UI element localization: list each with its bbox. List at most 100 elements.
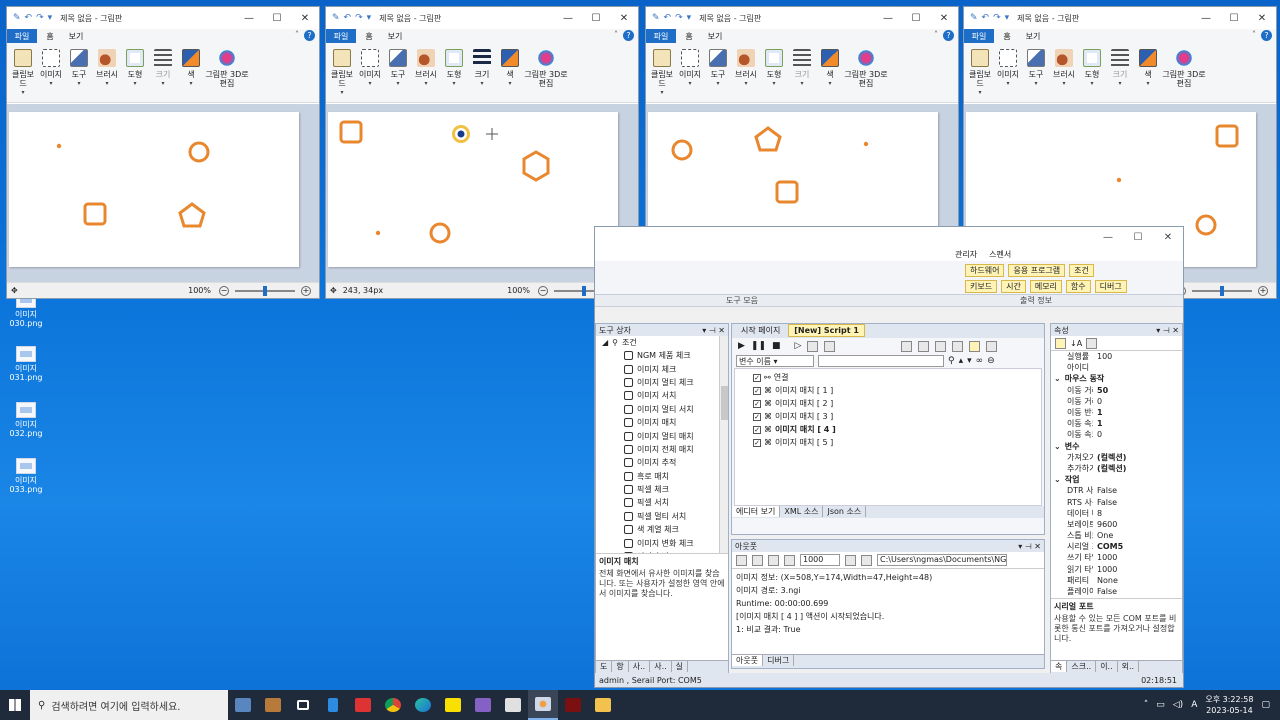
close-button[interactable]: ✕: [1153, 232, 1183, 243]
pause-icon[interactable]: ❚❚: [751, 341, 766, 351]
sort-az-icon[interactable]: ↓A: [1070, 339, 1082, 348]
desktop-icon[interactable]: 이미지 031.png: [8, 346, 44, 382]
zoom-in-button[interactable]: +: [1258, 285, 1268, 296]
script-row[interactable]: ✓ ⌘ 이미지 매치 [ 2 ]: [735, 397, 1041, 410]
taskbar-app-kakaotalk[interactable]: [438, 690, 468, 720]
shapes-button[interactable]: 도형 ▾: [1078, 47, 1106, 102]
search-icon[interactable]: ⚲: [948, 356, 955, 366]
collapse-icon[interactable]: ⌄: [1051, 475, 1061, 484]
tab-home[interactable]: 홈: [37, 31, 63, 42]
redo-icon[interactable]: ↷: [993, 13, 1001, 23]
chevron-down-icon[interactable]: ▾: [1005, 13, 1010, 23]
taskbar-app-bing[interactable]: [318, 690, 348, 720]
tools-button[interactable]: 도구 ▾: [1022, 47, 1050, 102]
zoom-out-button[interactable]: −: [538, 285, 548, 296]
bottom-tab[interactable]: 항: [612, 661, 629, 672]
script-row[interactable]: ✓ ⚯ 연결: [735, 371, 1041, 384]
record-icon[interactable]: [807, 340, 819, 352]
toolbox-item[interactable]: 이미지 체크: [596, 362, 728, 375]
folder-icon[interactable]: [861, 554, 872, 566]
paint3d-button[interactable]: 그림판 3D로 편집: [205, 47, 249, 102]
collapse-icon[interactable]: ⌄: [1051, 374, 1061, 383]
toolbox-item[interactable]: 이미지 멀티 체크: [596, 376, 728, 389]
shapes-button[interactable]: 도형 ▾: [121, 47, 149, 102]
property-category[interactable]: ⌄ 변수: [1051, 441, 1182, 452]
monitor-icon[interactable]: [986, 340, 998, 352]
copy-icon[interactable]: [736, 554, 747, 566]
shapes-button[interactable]: 도형 ▾: [760, 47, 788, 102]
desktop-icon[interactable]: 이미지 033.png: [8, 458, 44, 494]
image-button[interactable]: 이미지 ▾: [37, 47, 65, 102]
toolbox-item[interactable]: 이미지 추적: [596, 456, 728, 469]
variable-search-input[interactable]: [818, 355, 944, 367]
image-button[interactable]: 이미지 ▾: [356, 47, 384, 102]
help-icon[interactable]: ?: [304, 30, 315, 41]
tab-view[interactable]: 보기: [382, 31, 408, 42]
property-row[interactable]: 추가하기 (컬렉션): [1051, 463, 1182, 474]
tab-view[interactable]: 보기: [1020, 31, 1046, 42]
zoom-in-button[interactable]: +: [301, 285, 311, 296]
property-row[interactable]: 패리티 None: [1051, 575, 1182, 586]
toolbar-keyboard-button[interactable]: 키보드: [965, 280, 998, 293]
script-row[interactable]: ✓ ⌘ 이미지 매치 [ 1 ]: [735, 384, 1041, 397]
down-arrow-icon[interactable]: ▾: [967, 356, 972, 366]
bottom-tab[interactable]: 이..: [1096, 661, 1118, 672]
color-button[interactable]: 색 ▾: [816, 47, 844, 102]
size-button[interactable]: 크기 ▾: [1106, 47, 1134, 102]
search-icon[interactable]: [952, 340, 964, 352]
redo-icon[interactable]: ↷: [675, 13, 683, 23]
toolbox-item[interactable]: 흑로 매치: [596, 470, 728, 483]
taskbar-app-edge[interactable]: [408, 690, 438, 720]
property-row[interactable]: 데이터 비! 8: [1051, 508, 1182, 519]
property-row[interactable]: 이동 거리 0: [1051, 396, 1182, 407]
paint-window-1[interactable]: ✎ ↶ ↷ ▾ 제목 없음 - 그림판 — ☐ ✕ 파일 홈 보기 ˄ ? 클립…: [6, 6, 320, 299]
paint3d-button[interactable]: 그림판 3D로 편집: [844, 47, 888, 102]
undo-icon[interactable]: ↶: [982, 13, 990, 23]
zoom-slider[interactable]: [1192, 285, 1252, 296]
row-checkbox[interactable]: ✓: [753, 425, 761, 434]
minimize-button[interactable]: —: [235, 13, 263, 24]
property-row[interactable]: DTR 사용 False: [1051, 485, 1182, 496]
toolbox-item[interactable]: 이미지 전체 매치: [596, 443, 728, 456]
toolbar-function-button[interactable]: 함수: [1065, 280, 1091, 293]
minimize-button[interactable]: —: [1192, 13, 1220, 24]
variable-name-select[interactable]: 변수 이름 ▾: [736, 355, 814, 367]
maximize-button[interactable]: ☐: [1220, 13, 1248, 24]
help-icon[interactable]: ?: [623, 30, 634, 41]
close-button[interactable]: ✕: [291, 13, 319, 24]
taskbar-app-red[interactable]: [348, 690, 378, 720]
toolbox-item[interactable]: 이미지 멀티 서치: [596, 403, 728, 416]
close-button[interactable]: ✕: [610, 13, 638, 24]
size-button[interactable]: 크기 ▾: [788, 47, 816, 102]
taskbar-app-explorer[interactable]: [588, 690, 618, 720]
eraser-icon[interactable]: [784, 554, 795, 566]
undo-icon[interactable]: ↶: [25, 13, 33, 23]
toolbar-debug-button[interactable]: 디버그: [1094, 280, 1127, 293]
image-button[interactable]: 이미지 ▾: [994, 47, 1022, 102]
size-button[interactable]: 크기 ▾: [149, 47, 177, 102]
toolbox-item[interactable]: 색 계열 체크: [596, 523, 728, 536]
drawing-canvas[interactable]: [9, 112, 299, 267]
chevron-down-icon[interactable]: ▾: [367, 13, 372, 23]
maximize-button[interactable]: ☐: [1123, 232, 1153, 243]
bottom-tab[interactable]: 사..: [629, 661, 651, 672]
property-row[interactable]: RTS 사용 False: [1051, 496, 1182, 507]
close-button[interactable]: ✕: [930, 13, 958, 24]
start-button[interactable]: [0, 690, 30, 720]
property-row[interactable]: 쓰기 타임! 1000: [1051, 552, 1182, 563]
toolbox-item[interactable]: 픽셀 체크: [596, 483, 728, 496]
script-row[interactable]: ✓ ⌘ 이미지 매치 [ 5 ]: [735, 436, 1041, 449]
clipboard-button[interactable]: 클립보드 ▾: [648, 47, 676, 102]
list-icon[interactable]: [768, 554, 779, 566]
menu-manager[interactable]: 관리자: [955, 249, 977, 260]
help-icon[interactable]: ?: [943, 30, 954, 41]
tab-output[interactable]: 아웃풋: [732, 655, 764, 666]
row-checkbox[interactable]: ✓: [753, 386, 761, 395]
play-icon[interactable]: ▶: [738, 341, 745, 351]
tab-home[interactable]: 홈: [676, 31, 702, 42]
color-button[interactable]: 색 ▾: [496, 47, 524, 102]
row-checkbox[interactable]: ✓: [753, 373, 761, 382]
toolbar-condition-button[interactable]: 조건: [1069, 264, 1094, 277]
help-icon[interactable]: ?: [1261, 30, 1272, 41]
redo-icon[interactable]: ↷: [36, 13, 44, 23]
